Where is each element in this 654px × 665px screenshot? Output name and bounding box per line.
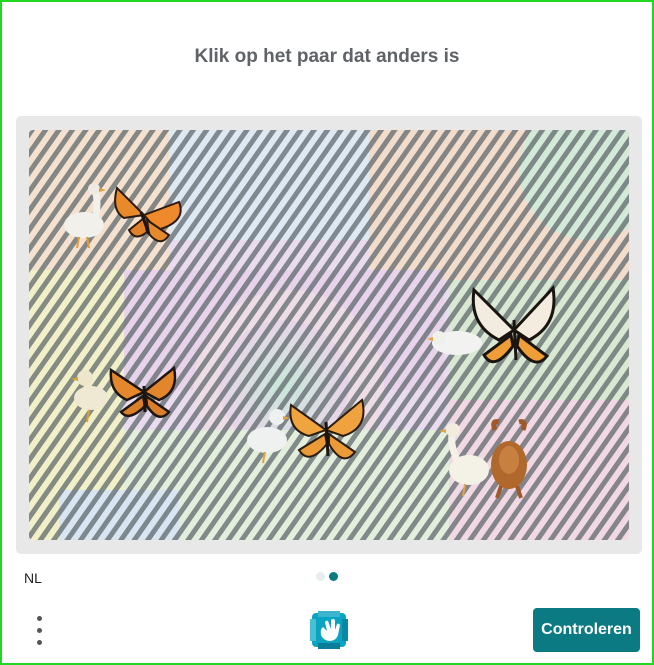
vertical-ellipsis-dot xyxy=(36,639,42,645)
page-dot-active[interactable] xyxy=(329,572,338,581)
challenge-prompt: Klik op het paar dat anders is xyxy=(194,46,460,67)
vertical-ellipsis-dot xyxy=(36,627,42,633)
challenge-box xyxy=(16,116,642,554)
captcha-frame: Klik op het paar dat anders is NL Contro… xyxy=(0,0,654,665)
menu-button[interactable] xyxy=(30,612,48,648)
verify-button[interactable]: Controleren xyxy=(533,608,640,652)
page-indicator xyxy=(316,572,338,581)
vertical-ellipsis-icon xyxy=(36,615,42,621)
language-selector[interactable]: NL xyxy=(24,570,42,586)
challenge-image[interactable] xyxy=(29,130,629,540)
hcaptcha-hand-logo-icon[interactable] xyxy=(308,609,350,651)
page-dot[interactable] xyxy=(316,572,325,581)
